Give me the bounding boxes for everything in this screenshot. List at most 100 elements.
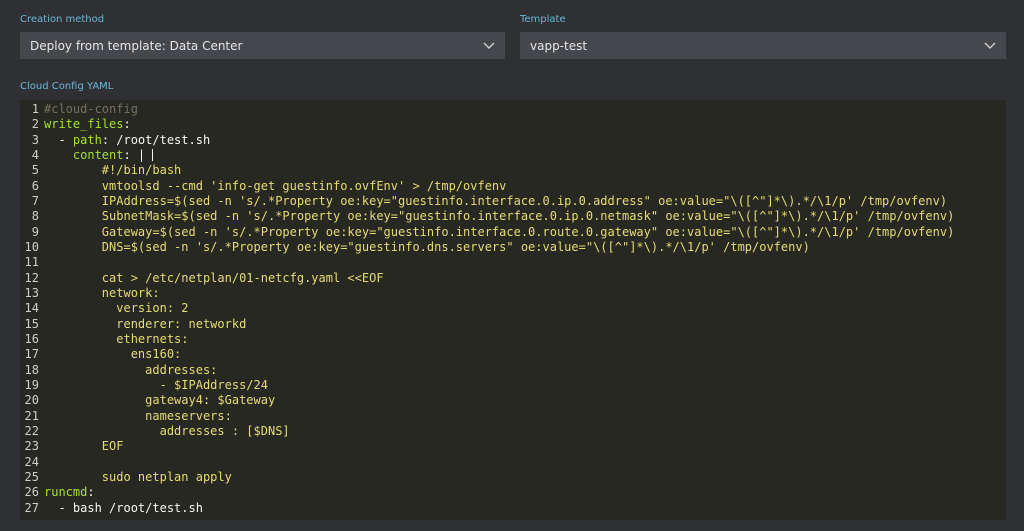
code-token: runcmd — [44, 485, 88, 500]
code-text: write_files: — [44, 117, 131, 131]
code-token: gateway4: $Gateway — [44, 393, 276, 408]
creation-method-select[interactable]: Deploy from template: Data Center — [20, 32, 505, 59]
code-line: 24 — [20, 455, 1006, 470]
code-text: vmtoolsd --cmd 'info-get guestinfo.ovfEn… — [44, 178, 507, 193]
template-select[interactable]: vapp-test — [520, 32, 1006, 59]
code-line: 2 write_files: — [20, 117, 1006, 132]
code-token: - bash /root/test.sh — [44, 500, 203, 515]
chevron-down-icon — [483, 42, 495, 49]
code-line: 26 runcmd: — [20, 485, 1006, 500]
cloud-config-editor[interactable]: 1 #cloud-config 2 write_files: 3 - path: /ro… — [20, 100, 1006, 520]
line-number: 24 — [24, 454, 39, 469]
code-text: content: | — [44, 147, 154, 162]
line-number: 13 — [24, 285, 39, 300]
code-text: - $IPAddress/24 — [44, 378, 268, 392]
line-number: 7 — [31, 193, 39, 208]
line-number: 10 — [24, 239, 39, 254]
code-token: vmtoolsd --cmd 'info-get guestinfo.ovfEn… — [44, 178, 507, 193]
code-line: 6 vmtoolsd --cmd 'info-get guestinfo.ovf… — [20, 179, 1006, 194]
code-token: renderer: networkd — [44, 316, 247, 331]
chevron-down-icon — [984, 42, 996, 49]
code-text: renderer: networkd — [44, 317, 246, 331]
code-line: 20 gateway4: $Gateway — [20, 393, 1006, 408]
code-line: 11 — [20, 255, 1006, 270]
line-number: 4 — [31, 147, 39, 162]
code-line: 1 #cloud-config — [20, 102, 1006, 117]
line-number: 3 — [31, 132, 39, 147]
line-number: 9 — [31, 224, 39, 239]
template-value: vapp-test — [530, 38, 588, 53]
cloud-config-label: Cloud Config YAML — [20, 81, 114, 92]
code-line: 17 ens160: — [20, 347, 1006, 362]
code-line: 21 nameservers: — [20, 409, 1006, 424]
code-text: gateway4: $Gateway — [44, 393, 275, 407]
code-text: SubnetMask=$(sed -n 's/.*Property oe:key… — [44, 209, 955, 224]
code-line: 16 ethernets: — [20, 332, 1006, 347]
line-number: 23 — [24, 439, 39, 454]
code-token: Gateway=$(sed -n 's/.*Property oe:key="g… — [44, 224, 955, 239]
code-token: : /root/test.sh — [101, 132, 211, 147]
code-text: version: 2 — [44, 301, 189, 316]
line-number: 17 — [24, 347, 39, 362]
line-number: 20 — [24, 393, 39, 408]
code-line: 13 network: — [20, 286, 1006, 301]
code-line: 19 - $IPAddress/24 — [20, 378, 1006, 393]
code-text: #cloud-config — [44, 102, 138, 116]
code-token: ens160: — [44, 347, 182, 362]
line-number: 22 — [24, 423, 39, 438]
code-token: path — [72, 132, 102, 147]
code-text: sudo netplan apply — [44, 470, 232, 484]
code-token: IPAddress=$(sed -n 's/.*Property oe:key=… — [44, 193, 948, 208]
code-token: content — [72, 147, 124, 162]
creation-method-label: Creation method — [20, 14, 105, 25]
code-token: version: 2 — [44, 301, 189, 316]
code-line: 14 version: 2 — [20, 301, 1006, 316]
code-text: DNS=$(sed -n 's/.*Property oe:key="guest… — [44, 240, 810, 254]
code-text: addresses: — [44, 363, 217, 377]
line-number: 14 — [24, 301, 39, 316]
line-number: 5 — [31, 163, 39, 178]
code-line: 4 content: | — [20, 148, 1006, 163]
code-text: nameservers: — [44, 409, 232, 423]
line-number: 27 — [24, 500, 39, 515]
code-token: EOF — [44, 439, 124, 454]
code-token: : — [87, 485, 95, 500]
line-number: 2 — [31, 117, 39, 132]
code-text: - path: /root/test.sh — [44, 133, 210, 147]
code-line: 10 DNS=$(sed -n 's/.*Property oe:key="gu… — [20, 240, 1006, 255]
code-text: - bash /root/test.sh — [44, 501, 203, 515]
code-text: addresses : [$DNS] — [44, 424, 290, 438]
code-line: 7 IPAddress=$(sed -n 's/.*Property oe:ke… — [20, 194, 1006, 209]
code-token: - $IPAddress/24 — [44, 377, 268, 392]
code-text: runcmd: — [44, 485, 95, 499]
code-text: ethernets: — [44, 331, 189, 346]
code-token: ethernets: — [44, 331, 189, 346]
line-number: 12 — [24, 270, 39, 285]
code-line: 23 EOF — [20, 439, 1006, 454]
text-cursor — [152, 149, 154, 162]
line-number: 21 — [24, 408, 39, 423]
code-token: SubnetMask=$(sed -n 's/.*Property oe:key… — [44, 209, 955, 224]
code-token: cat > /etc/netplan/01-netcfg.yaml <<EOF — [44, 270, 384, 285]
code-token: : | — [123, 147, 146, 162]
code-token: network: — [44, 285, 160, 300]
line-number: 18 — [24, 362, 39, 377]
line-number: 25 — [24, 469, 39, 484]
line-number: 1 — [31, 102, 39, 116]
code-token: : — [123, 117, 131, 132]
code-text: network: — [44, 286, 160, 300]
line-number: 26 — [24, 485, 39, 500]
code-token: sudo netplan apply — [44, 469, 232, 484]
code-token: #!/bin/bash — [44, 163, 182, 178]
code-token: addresses : [$DNS] — [44, 423, 290, 438]
line-number: 19 — [24, 377, 39, 392]
line-number: 15 — [24, 316, 39, 331]
line-number: 11 — [24, 255, 39, 270]
code-text: cat > /etc/netplan/01-netcfg.yaml <<EOF — [44, 271, 384, 285]
code-token: - — [44, 132, 73, 147]
line-number: 8 — [31, 209, 39, 224]
code-line: 22 addresses : [$DNS] — [20, 424, 1006, 439]
code-token: DNS=$(sed -n 's/.*Property oe:key="guest… — [44, 239, 810, 254]
code-line: 15 renderer: networkd — [20, 317, 1006, 332]
